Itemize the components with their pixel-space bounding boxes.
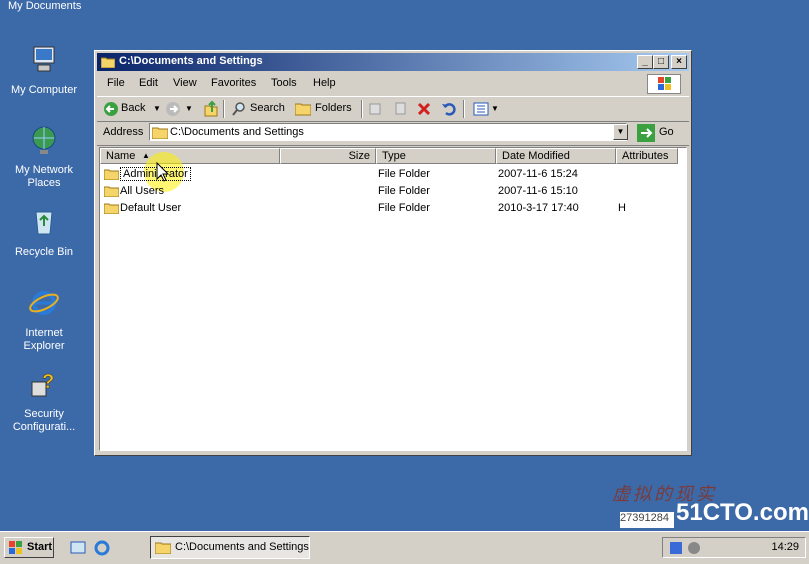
desktop-icon-security-configuration[interactable]: ? Security Configurati... <box>5 368 83 434</box>
table-row[interactable]: All Users File Folder 2007-11-6 15:10 <box>100 183 686 200</box>
menu-help[interactable]: Help <box>313 77 336 89</box>
desktop-icon-my-computer[interactable]: My Computer <box>5 44 83 97</box>
file-list: Name ▲ Size Type Date Modified Attribute… <box>99 147 687 451</box>
forward-dropdown-icon[interactable]: ▼ <box>185 104 193 113</box>
desktop-icon-recycle-bin[interactable]: Recycle Bin <box>5 206 83 259</box>
column-header-size[interactable]: Size <box>280 148 376 164</box>
row-type: File Folder <box>378 168 430 180</box>
table-row[interactable]: Default User File Folder 2010-3-17 17:40… <box>100 200 686 217</box>
window-title: C:\Documents and Settings <box>119 55 263 67</box>
internet-explorer-icon <box>29 291 59 315</box>
close-button[interactable]: × <box>671 55 687 69</box>
folder-icon <box>104 186 119 197</box>
row-date: 2007-11-6 15:24 <box>498 168 578 180</box>
move-to-icon[interactable] <box>369 102 383 116</box>
toolbar: Back ▼ ▼ Search Folders ▼ <box>97 96 689 122</box>
address-dropdown-button[interactable]: ▼ <box>613 124 628 140</box>
address-input[interactable]: C:\Documents and Settings <box>149 123 627 141</box>
show-desktop-icon[interactable] <box>70 540 86 556</box>
folders-icon <box>295 103 311 116</box>
taskbar: Start C:\Documents and Settings 14:29 <box>0 531 809 564</box>
computer-icon <box>33 46 55 72</box>
back-arrow-icon <box>104 102 118 116</box>
desktop-icon-my-network-places[interactable]: My Network Places <box>5 124 83 190</box>
row-name: All Users <box>120 185 165 197</box>
folder-icon <box>104 169 119 180</box>
taskbar-window-button[interactable]: C:\Documents and Settings <box>150 536 310 559</box>
row-type: File Folder <box>378 202 430 214</box>
menu-tools[interactable]: Tools <box>271 77 297 89</box>
folders-button[interactable]: Folders <box>315 102 352 114</box>
recycle-bin-icon <box>35 211 53 235</box>
row-date: 2010-3-17 17:40 <box>498 202 579 214</box>
network-globe-icon <box>32 126 56 154</box>
menu-file[interactable]: File <box>107 77 125 89</box>
folder-icon <box>152 127 168 139</box>
forward-arrow-icon[interactable] <box>165 101 181 117</box>
windows-logo-icon <box>647 74 681 94</box>
clock[interactable]: 14:29 <box>771 541 799 553</box>
back-dropdown-icon[interactable]: ▼ <box>153 104 161 113</box>
desktop-top-label[interactable]: My Documents <box>8 0 81 12</box>
desktop-icon-label: Internet Explorer <box>23 327 65 352</box>
address-value: C:\Documents and Settings <box>170 126 304 138</box>
tray-icon[interactable] <box>687 541 701 555</box>
desktop-icon-label: Security Configurati... <box>12 408 76 433</box>
system-tray: 14:29 <box>662 537 806 558</box>
toolbar-separator <box>223 100 225 118</box>
taskbar-window-label: C:\Documents and Settings <box>175 541 309 553</box>
go-label: Go <box>659 126 674 138</box>
search-button[interactable]: Search <box>250 102 285 114</box>
title-bar[interactable]: C:\Documents and Settings _ □ × <box>97 53 689 71</box>
internet-explorer-icon[interactable] <box>94 540 110 556</box>
windows-logo-icon <box>9 541 22 554</box>
column-header-name[interactable]: Name <box>100 148 280 164</box>
desktop-icon-label: My Computer <box>10 84 78 96</box>
minimize-button[interactable]: _ <box>637 55 653 69</box>
column-header-date-modified[interactable]: Date Modified <box>496 148 616 164</box>
folder-icon <box>101 57 115 68</box>
explorer-window: C:\Documents and Settings _ □ × File Edi… <box>94 50 692 456</box>
maximize-button[interactable]: □ <box>653 55 669 69</box>
menu-view[interactable]: View <box>173 77 197 89</box>
delete-icon[interactable] <box>417 102 431 116</box>
search-icon <box>232 102 245 116</box>
address-label: Address <box>103 126 144 138</box>
menu-favorites[interactable]: Favorites <box>211 77 256 89</box>
start-label: Start <box>27 541 53 553</box>
views-icon[interactable] <box>473 102 489 116</box>
menu-bar: File Edit View Favorites Tools Help <box>97 73 689 94</box>
folder-icon <box>104 203 119 214</box>
mouse-cursor-icon <box>156 162 170 182</box>
folder-icon <box>155 542 171 554</box>
table-row[interactable]: Administrator File Folder 2007-11-6 15:2… <box>100 152 686 192</box>
start-button[interactable]: Start <box>4 537 54 558</box>
back-button[interactable]: Back <box>121 102 145 114</box>
desktop-icon-label: My Network Places <box>14 164 74 189</box>
desktop-icon-label: Recycle Bin <box>14 246 74 258</box>
row-name: Default User <box>120 202 182 214</box>
desktop-icon-internet-explorer[interactable]: Internet Explorer <box>5 287 83 353</box>
row-attributes: H <box>618 202 626 214</box>
row-date: 2007-11-6 15:10 <box>498 185 578 197</box>
column-header-attributes[interactable]: Attributes <box>616 148 678 164</box>
toolbar-separator <box>463 100 465 118</box>
address-bar: Address C:\Documents and Settings ▼ Go <box>97 121 689 146</box>
up-folder-icon[interactable] <box>203 100 219 118</box>
menu-edit[interactable]: Edit <box>139 77 158 89</box>
views-dropdown-icon[interactable]: ▼ <box>491 104 499 113</box>
toolbar-separator <box>361 100 363 118</box>
go-arrow-icon <box>637 124 655 142</box>
watermark-site: 51CTO.com <box>676 499 809 526</box>
svg-text:?: ? <box>42 371 54 393</box>
copy-to-icon[interactable] <box>393 102 407 116</box>
go-button[interactable]: Go <box>637 124 674 145</box>
row-type: File Folder <box>378 185 430 197</box>
undo-icon[interactable] <box>441 101 457 117</box>
tray-icon[interactable] <box>669 541 683 555</box>
column-header-type[interactable]: Type <box>376 148 496 164</box>
watermark-id: 27391284 <box>620 512 674 528</box>
security-config-icon: ? <box>31 371 54 397</box>
